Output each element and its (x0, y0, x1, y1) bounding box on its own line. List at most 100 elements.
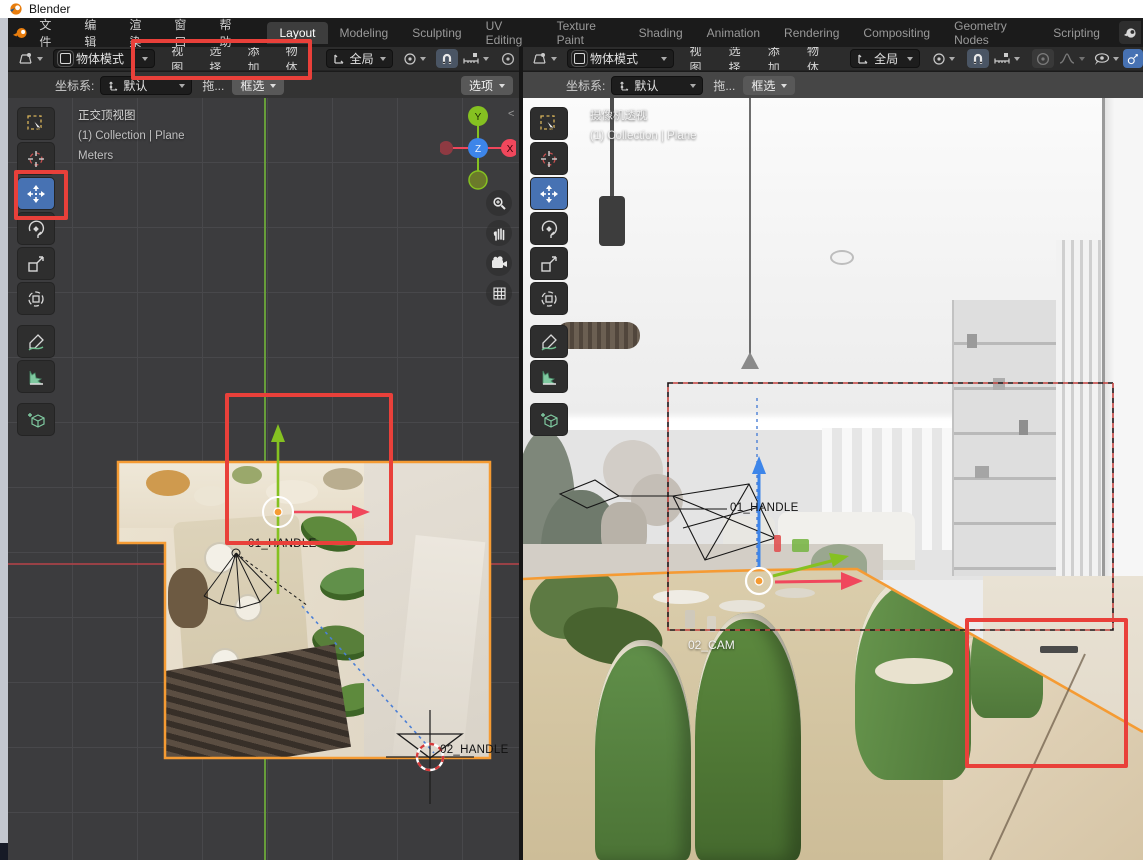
tool-add-cube-button[interactable] (17, 403, 55, 436)
tab-uv-editing[interactable]: UV Editing (474, 15, 545, 51)
coord-system-dropdown[interactable]: 默认 (100, 76, 192, 95)
tool-annotate-button[interactable] (17, 325, 55, 358)
gizmo-y-label: Y (475, 112, 482, 123)
dish-blob (266, 480, 318, 504)
handle1-label: 01_HANDLE (248, 538, 317, 550)
left-3d-viewport[interactable]: 01_HANDLE 02_HANDLE 正交顶视图 (1) Collection… (8, 98, 519, 860)
tool-move-button-right[interactable] (530, 177, 568, 210)
object-menu[interactable]: 物体 (278, 47, 316, 71)
mode-dropdown[interactable]: 物体模式 (53, 49, 155, 68)
tool-cursor-button[interactable] (17, 142, 55, 175)
tool-measure-button-right[interactable] (530, 360, 568, 393)
gizmo-eye-icon (1093, 52, 1110, 66)
coord-axes-icon (107, 80, 118, 92)
blender-app-icon[interactable] (12, 26, 28, 40)
zoom-view-button[interactable] (486, 190, 512, 216)
pivot-icon (932, 52, 946, 66)
tab-layout[interactable]: Layout (267, 22, 327, 44)
right-3d-viewport[interactable]: 01_HANDLE 02_CAM 摄像机透视 (1) Collection | … (523, 98, 1143, 860)
snap-increment-icon (993, 52, 1011, 65)
toggle-perspective-button[interactable] (486, 280, 512, 306)
left-viewport-toolbar (17, 107, 57, 436)
orientation-axes-icon (333, 53, 345, 65)
options-dropdown[interactable]: 选项 (461, 76, 513, 95)
pan-view-button[interactable] (486, 220, 512, 246)
tab-texture-paint[interactable]: Texture Paint (545, 15, 627, 51)
select-menu[interactable]: 选择 (201, 47, 239, 71)
ceiling-light (830, 250, 854, 265)
tab-animation[interactable]: Animation (695, 22, 772, 44)
editor-type-dropdown-right[interactable] (528, 49, 561, 68)
tool-select-box-button[interactable] (17, 107, 55, 140)
tool-move-button[interactable] (17, 177, 55, 210)
proportional-circle-icon (501, 52, 515, 66)
camera-view-button[interactable] (486, 250, 512, 276)
drag-mode-value: 框选 (240, 77, 264, 94)
pivot-point-dropdown[interactable] (399, 49, 430, 68)
scene-icon[interactable] (1119, 21, 1141, 44)
drag-mode-dropdown-right[interactable]: 框选 (743, 76, 795, 95)
tab-rendering[interactable]: Rendering (772, 22, 851, 44)
tool-transform-button[interactable] (17, 282, 55, 315)
orientation-label: 全局 (350, 50, 374, 67)
handle1-label-right: 01_HANDLE (730, 502, 799, 514)
tool-scale-button[interactable] (17, 247, 55, 280)
axis-navigation-gizmo[interactable]: Y X Z (440, 104, 516, 190)
blender-window: Blender 文件 编辑 渲染 窗口 帮助 Layout Modeling S… (0, 0, 1143, 860)
drag-label-right: 拖... (713, 77, 735, 94)
proportional-circle-icon (1036, 52, 1050, 66)
right-viewport-header: 物体模式 视图 选择 添加 物体 全局 (523, 47, 1143, 71)
drag-mode-dropdown[interactable]: 框选 (232, 76, 284, 95)
view-menu[interactable]: 视图 (163, 47, 201, 71)
right-tool-settings-bar: 坐标系: 默认 拖... 框选 (523, 72, 1143, 99)
view-menu-right[interactable]: 视图 (682, 47, 721, 71)
tool-add-cube-button-right[interactable] (530, 403, 568, 436)
tool-transform-button-right[interactable] (530, 282, 568, 315)
left-viewport-header: 物体模式 视图 选择 添加 物体 全局 (8, 47, 519, 71)
glass (707, 616, 716, 632)
tool-select-box-button-right[interactable] (530, 107, 568, 140)
tab-geometry-nodes[interactable]: Geometry Nodes (942, 15, 1041, 51)
view-name: 正交顶视图 (78, 106, 185, 126)
view-info: 正交顶视图 (1) Collection | Plane Meters (78, 106, 185, 166)
snap-toggle[interactable] (436, 49, 458, 68)
show-gizmo-dropdown[interactable] (1089, 49, 1123, 68)
tool-rotate-button[interactable] (17, 212, 55, 245)
orientation-dropdown-right[interactable]: 全局 (850, 49, 920, 68)
tool-scale-button-right[interactable] (530, 247, 568, 280)
select-menu-right[interactable]: 选择 (721, 47, 760, 71)
magnet-icon (971, 52, 985, 66)
overlay-icon (1127, 52, 1139, 66)
editor-3d-viewport-icon (532, 52, 548, 66)
mode-label: 物体模式 (590, 50, 638, 67)
snap-target-dropdown-right[interactable] (989, 49, 1024, 68)
tool-measure-button[interactable] (17, 360, 55, 393)
overlays-toggle[interactable] (1123, 49, 1143, 68)
tab-modeling[interactable]: Modeling (328, 22, 401, 44)
proportional-falloff-dropdown[interactable] (1054, 49, 1089, 68)
coord-system-dropdown-right[interactable]: 默认 (611, 76, 703, 95)
tab-sculpting[interactable]: Sculpting (400, 22, 473, 44)
add-menu[interactable]: 添加 (239, 47, 277, 71)
tab-scripting[interactable]: Scripting (1041, 22, 1112, 44)
chair-seat-rim (875, 658, 953, 684)
tab-shading[interactable]: Shading (627, 22, 695, 44)
tool-annotate-button-right[interactable] (530, 325, 568, 358)
add-menu-right[interactable]: 添加 (760, 47, 799, 71)
orientation-dropdown[interactable]: 全局 (326, 49, 393, 68)
orientation-label: 全局 (874, 50, 898, 67)
sidebar-collapse-arrow[interactable]: < (508, 108, 514, 120)
snap-toggle-right[interactable] (967, 49, 989, 68)
coord-system-value: 默认 (123, 77, 147, 94)
editor-type-dropdown[interactable] (14, 49, 47, 68)
snap-target-dropdown[interactable] (458, 49, 493, 68)
proportional-editing-toggle-right[interactable] (1032, 49, 1054, 68)
tab-compositing[interactable]: Compositing (851, 22, 942, 44)
pivot-point-dropdown-right[interactable] (928, 49, 959, 68)
proportional-editing-toggle[interactable] (497, 49, 519, 68)
tool-cursor-button-right[interactable] (530, 142, 568, 175)
tool-rotate-button-right[interactable] (530, 212, 568, 245)
mode-dropdown-right[interactable]: 物体模式 (567, 49, 674, 68)
pivot-icon (403, 52, 417, 66)
object-menu-right[interactable]: 物体 (799, 47, 838, 71)
